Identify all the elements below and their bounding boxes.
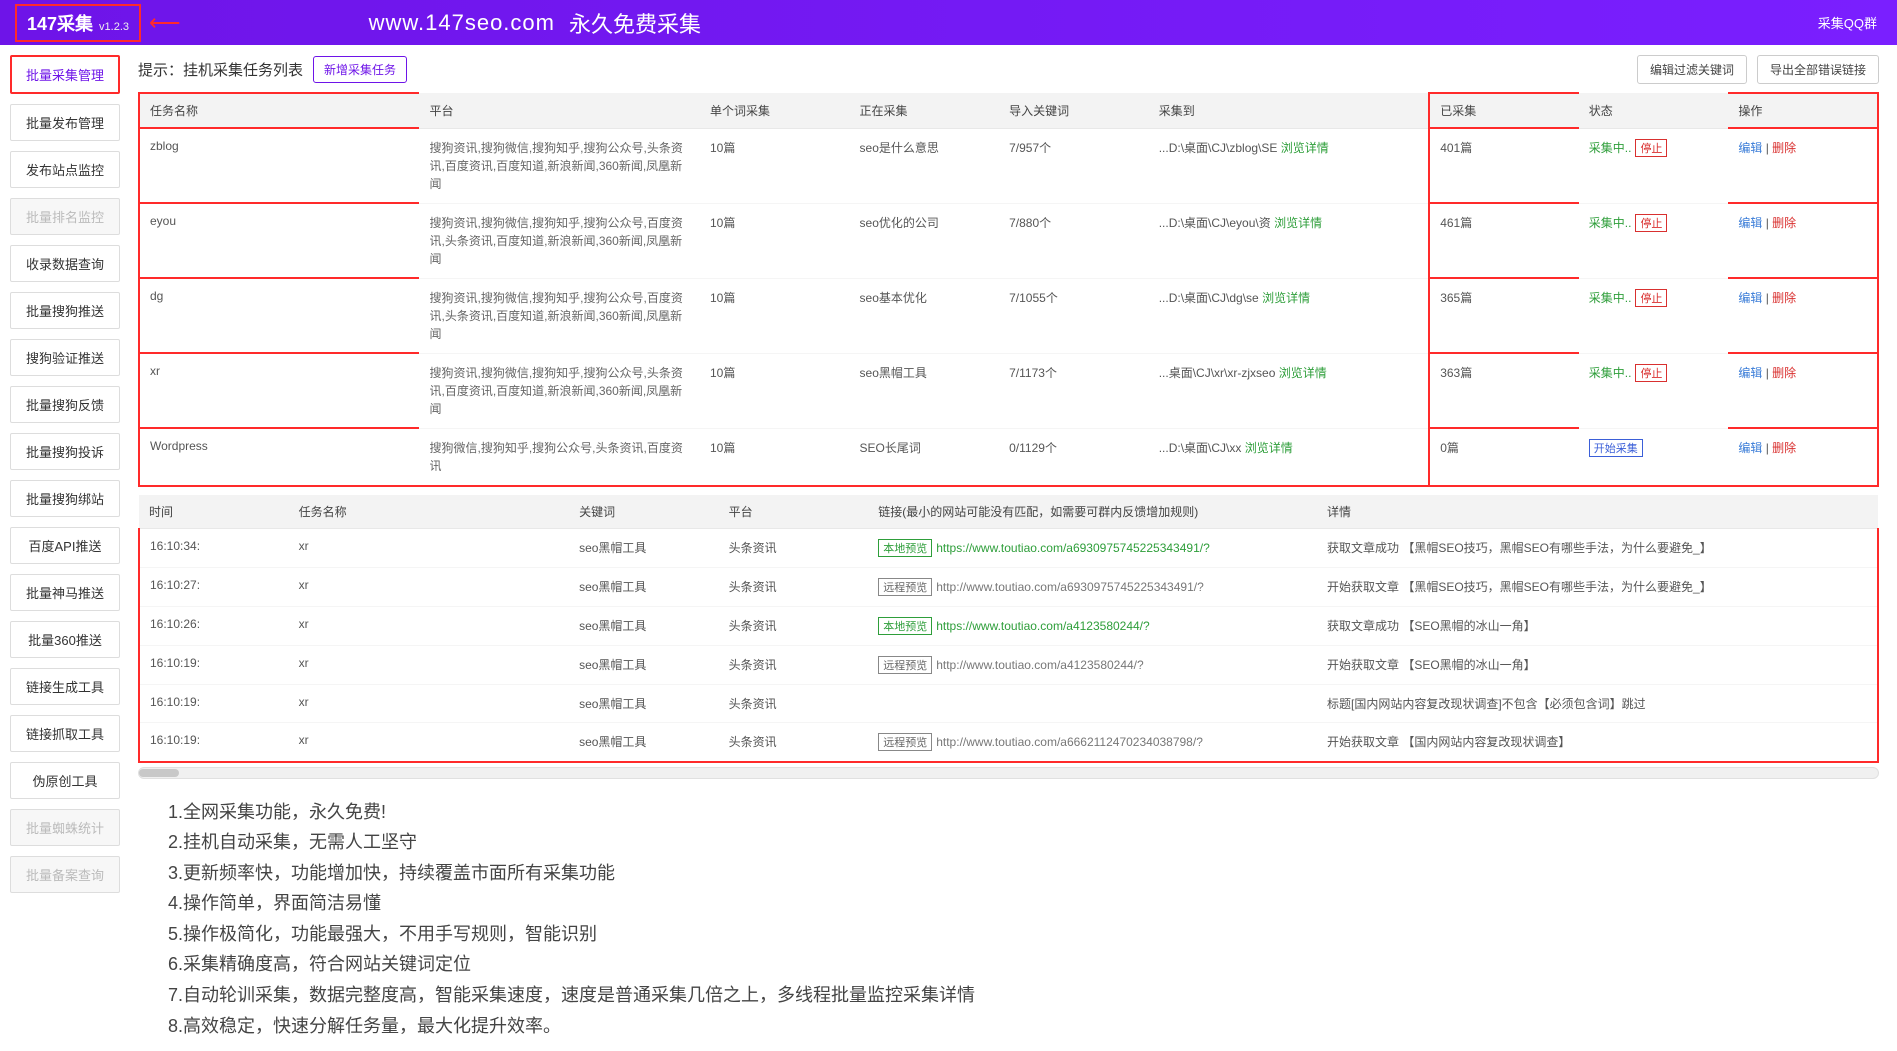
stop-button[interactable]: 停止	[1635, 364, 1667, 382]
edit-link[interactable]: 编辑	[1738, 441, 1762, 455]
feature-item: 3.更新频率快，功能增加快，持续覆盖市面所有采集功能	[168, 858, 1879, 889]
sidebar-item-10[interactable]: 百度API推送	[10, 527, 120, 564]
local-preview-tag[interactable]: 本地预览	[878, 617, 932, 635]
task-col-action: 操作	[1728, 93, 1878, 128]
sidebar-item-11[interactable]: 批量神马推送	[10, 574, 120, 611]
browse-link[interactable]: 浏览详情	[1281, 141, 1329, 155]
sidebar-item-14[interactable]: 链接抓取工具	[10, 715, 120, 752]
sidebar-item-9[interactable]: 批量搜狗绑站	[10, 480, 120, 517]
header-slogan: 永久免费采集	[569, 7, 701, 39]
remote-preview-tag[interactable]: 远程预览	[878, 656, 932, 674]
sidebar-item-8[interactable]: 批量搜狗投诉	[10, 433, 120, 470]
sidebar-item-2[interactable]: 发布站点监控	[10, 151, 120, 188]
filter-keywords-button[interactable]: 编辑过滤关键词	[1637, 55, 1747, 84]
feature-item: 6.采集精确度高，符合网站关键词定位	[168, 949, 1879, 980]
edit-link[interactable]: 编辑	[1738, 141, 1762, 155]
task-row: xr搜狗资讯,搜狗微信,搜狗知乎,搜狗公众号,头条资讯,百度资讯,百度知道,新浪…	[139, 353, 1878, 428]
feature-item: 8.高效稳定，快速分解任务量，最大化提升效率。	[168, 1011, 1879, 1042]
sidebar-item-6[interactable]: 搜狗验证推送	[10, 339, 120, 376]
stop-button[interactable]: 停止	[1635, 139, 1667, 157]
sidebar: 批量采集管理批量发布管理发布站点监控批量排名监控收录数据查询批量搜狗推送搜狗验证…	[0, 45, 128, 1051]
task-row: Wordpress搜狗微信,搜狗知乎,搜狗公众号,头条资讯,百度资讯10篇SEO…	[139, 428, 1878, 486]
task-col-status: 状态	[1579, 93, 1729, 128]
sidebar-item-15[interactable]: 伪原创工具	[10, 762, 120, 799]
task-col-platform: 平台	[419, 93, 699, 128]
task-col-single: 单个词采集	[700, 93, 850, 128]
browse-link[interactable]: 浏览详情	[1279, 366, 1327, 380]
sidebar-item-3: 批量排名监控	[10, 198, 120, 235]
edit-link[interactable]: 编辑	[1738, 366, 1762, 380]
feature-item: 5.操作极简化，功能最强大，不用手写规则，智能识别	[168, 919, 1879, 950]
remote-preview-tag[interactable]: 远程预览	[878, 733, 932, 751]
browse-link[interactable]: 浏览详情	[1245, 441, 1293, 455]
feature-item: 4.操作简单，界面简洁易懂	[168, 888, 1879, 919]
app-logo: 147采集	[27, 10, 93, 36]
arrow-icon: ⟵	[149, 10, 181, 36]
sidebar-item-12[interactable]: 批量360推送	[10, 621, 120, 658]
header-url: www.147seo.com	[369, 10, 555, 36]
main-content: 提示：挂机采集任务列表 新增采集任务 编辑过滤关键词 导出全部错误链接 任务名称…	[128, 45, 1897, 1051]
task-col-keywords: 导入关键词	[999, 93, 1149, 128]
browse-link[interactable]: 浏览详情	[1274, 216, 1322, 230]
edit-link[interactable]: 编辑	[1738, 291, 1762, 305]
export-errors-button[interactable]: 导出全部错误链接	[1757, 55, 1879, 84]
sidebar-item-16: 批量蜘蛛统计	[10, 809, 120, 846]
task-row: dg搜狗资讯,搜狗微信,搜狗知乎,搜狗公众号,百度资讯,头条资讯,百度知道,新浪…	[139, 278, 1878, 353]
delete-link[interactable]: 删除	[1772, 141, 1796, 155]
log-row: 16:10:19:xrseo黑帽工具头条资讯标题[国内网站内容复改现状调查]不包…	[139, 684, 1878, 722]
stop-button[interactable]: 停止	[1635, 289, 1667, 307]
task-table: 任务名称平台单个词采集正在采集导入关键词采集到已采集状态操作 zblog搜狗资讯…	[138, 92, 1879, 487]
logo-box: 147采集 v1.2.3	[15, 4, 141, 42]
log-table: 时间任务名称关键词平台链接(最小的网站可能没有匹配，如需要可群内反馈增加规则)详…	[138, 495, 1879, 763]
sidebar-item-5[interactable]: 批量搜狗推送	[10, 292, 120, 329]
task-col-name: 任务名称	[139, 93, 419, 128]
version-label: v1.2.3	[99, 21, 129, 33]
feature-list: 1.全网采集功能，永久免费!2.挂机自动采集，无需人工坚守3.更新频率快，功能增…	[138, 797, 1879, 1042]
sidebar-item-1[interactable]: 批量发布管理	[10, 104, 120, 141]
stop-button[interactable]: 停止	[1635, 214, 1667, 232]
task-row: zblog搜狗资讯,搜狗微信,搜狗知乎,搜狗公众号,头条资讯,百度资讯,百度知道…	[139, 128, 1878, 203]
log-col-name: 任务名称	[289, 495, 569, 529]
new-task-button[interactable]: 新增采集任务	[313, 56, 407, 83]
delete-link[interactable]: 删除	[1772, 441, 1796, 455]
qq-group-link[interactable]: 采集QQ群	[1818, 13, 1877, 32]
feature-item: 1.全网采集功能，永久免费!	[168, 797, 1879, 828]
remote-preview-tag[interactable]: 远程预览	[878, 578, 932, 596]
sidebar-item-17: 批量备案查询	[10, 856, 120, 893]
local-preview-tag[interactable]: 本地预览	[878, 539, 932, 557]
app-header: 147采集 v1.2.3 ⟵ www.147seo.com 永久免费采集 采集Q…	[0, 0, 1897, 45]
sidebar-item-0[interactable]: 批量采集管理	[10, 55, 120, 94]
log-col-platform: 平台	[719, 495, 869, 529]
log-col-link: 链接(最小的网站可能没有匹配，如需要可群内反馈增加规则)	[868, 495, 1317, 529]
log-scrollbar[interactable]	[138, 767, 1879, 779]
task-col-collecting: 正在采集	[850, 93, 1000, 128]
log-row: 16:10:27:xrseo黑帽工具头条资讯远程预览http://www.tou…	[139, 567, 1878, 606]
delete-link[interactable]: 删除	[1772, 291, 1796, 305]
log-col-keyword: 关键词	[569, 495, 719, 529]
edit-link[interactable]: 编辑	[1738, 216, 1762, 230]
task-row: eyou搜狗资讯,搜狗微信,搜狗知乎,搜狗公众号,百度资讯,头条资讯,百度知道,…	[139, 203, 1878, 278]
toolbar-title: 提示：挂机采集任务列表	[138, 59, 303, 80]
log-row: 16:10:26:xrseo黑帽工具头条资讯本地预览https://www.to…	[139, 606, 1878, 645]
sidebar-item-7[interactable]: 批量搜狗反馈	[10, 386, 120, 423]
sidebar-item-4[interactable]: 收录数据查询	[10, 245, 120, 282]
log-col-detail: 详情	[1317, 495, 1878, 529]
log-row: 16:10:19:xrseo黑帽工具头条资讯远程预览http://www.tou…	[139, 645, 1878, 684]
start-button[interactable]: 开始采集	[1589, 439, 1643, 457]
task-col-collected: 已采集	[1429, 93, 1579, 128]
delete-link[interactable]: 删除	[1772, 366, 1796, 380]
log-col-time: 时间	[139, 495, 289, 529]
browse-link[interactable]: 浏览详情	[1262, 291, 1310, 305]
delete-link[interactable]: 删除	[1772, 216, 1796, 230]
toolbar: 提示：挂机采集任务列表 新增采集任务 编辑过滤关键词 导出全部错误链接	[138, 55, 1879, 84]
sidebar-item-13[interactable]: 链接生成工具	[10, 668, 120, 705]
log-row: 16:10:19:xrseo黑帽工具头条资讯远程预览http://www.tou…	[139, 722, 1878, 762]
task-col-dest: 采集到	[1149, 93, 1429, 128]
log-row: 16:10:34:xrseo黑帽工具头条资讯本地预览https://www.to…	[139, 528, 1878, 567]
feature-item: 2.挂机自动采集，无需人工坚守	[168, 827, 1879, 858]
